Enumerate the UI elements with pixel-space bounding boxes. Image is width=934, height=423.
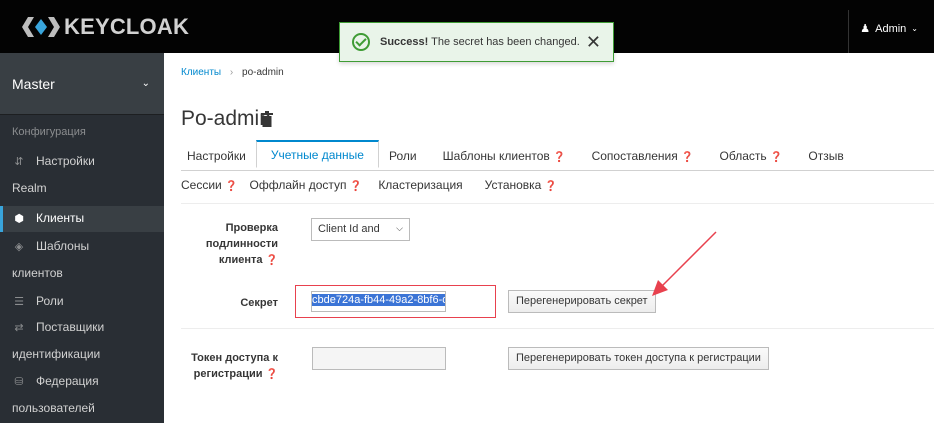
tabs-row-primary: Настройки Учетные данные Роли Шаблоны кл… xyxy=(181,140,854,170)
sidebar-item-label: Роли xyxy=(36,294,64,308)
tab-roles[interactable]: Роли xyxy=(379,144,427,170)
tab-scope[interactable]: Область ❓ xyxy=(704,144,793,170)
tab-sessions[interactable]: Сессии ❓ xyxy=(181,178,248,192)
sidebar-item-label: идентификации xyxy=(12,347,101,361)
toast-message: The secret has been changed. xyxy=(431,36,580,48)
list-icon: ☰ xyxy=(14,296,24,308)
exchange-icon: ⇄ xyxy=(14,322,24,334)
tab-credentials[interactable]: Учетные данные xyxy=(255,140,379,168)
label-line: подлинности xyxy=(205,238,278,250)
breadcrumb-clients-link[interactable]: Клиенты xyxy=(181,67,221,78)
sidebar-item-realm-settings[interactable]: ⇵ Настройки Realm xyxy=(0,151,164,198)
sidebar-item-label: Realm xyxy=(12,181,47,195)
page-title: Po-admin xyxy=(181,107,271,130)
help-icon[interactable]: ❓ xyxy=(225,181,237,192)
sidebar-item-label: Настройки xyxy=(36,154,95,168)
tab-label: Сессии xyxy=(181,178,222,192)
cubes-icon: ◈ xyxy=(14,241,24,253)
registration-token-field[interactable] xyxy=(312,347,446,370)
sidebar-item-roles[interactable]: ☰ Роли xyxy=(0,291,164,312)
label-line: клиента xyxy=(218,254,263,266)
help-icon[interactable]: ❓ xyxy=(545,181,557,192)
tab-offline-access[interactable]: Оффлайн доступ ❓ xyxy=(248,178,373,192)
client-authenticator-select[interactable]: Client Id and ⌵ xyxy=(311,218,410,241)
success-toast: Success! The secret has been changed. ✕ xyxy=(339,22,614,62)
help-icon[interactable]: ❓ xyxy=(770,152,782,163)
secret-value: cbde724a-fb44-49a2-8bf6-dba xyxy=(312,294,445,306)
registration-token-label: Токен доступа к регистрации ❓ xyxy=(185,350,278,383)
tab-label: Сопоставления xyxy=(591,149,678,163)
breadcrumb-current: po-admin xyxy=(242,67,284,78)
toast-text: Success! The secret has been changed. xyxy=(380,36,580,48)
tab-client-templates[interactable]: Шаблоны клиентов ❓ xyxy=(427,144,576,170)
label-line: регистрации xyxy=(193,368,263,380)
sidebar-item-user-federation[interactable]: ⛁ Федерация пользователей xyxy=(0,371,164,418)
tab-label: Кластеризация xyxy=(378,178,463,192)
sidebar-item-label: клиентов xyxy=(12,266,63,280)
secret-field[interactable]: cbde724a-fb44-49a2-8bf6-dba xyxy=(311,291,446,312)
help-icon[interactable]: ❓ xyxy=(266,369,278,380)
tab-label: Шаблоны клиентов xyxy=(442,149,550,163)
annotation-arrow-icon xyxy=(652,231,717,296)
tab-label: Отзыв xyxy=(808,149,844,163)
help-icon[interactable]: ❓ xyxy=(266,255,278,266)
regenerate-secret-button[interactable]: Перегенерировать секрет xyxy=(508,290,656,313)
tab-label: Роли xyxy=(388,149,417,163)
realm-selector[interactable]: Master ⌄ xyxy=(0,53,164,115)
divider xyxy=(181,328,934,329)
divider xyxy=(181,203,934,204)
realm-name: Master xyxy=(12,75,55,92)
tab-label: Область xyxy=(719,149,767,163)
select-value: Client Id and xyxy=(318,223,380,235)
database-icon: ⛁ xyxy=(14,376,24,388)
chevron-down-icon: ⌵ xyxy=(396,223,403,233)
sidebar-item-label: Поставщики xyxy=(36,320,105,334)
close-icon[interactable]: ✕ xyxy=(586,32,601,53)
chevron-down-icon: ⌄ xyxy=(141,78,150,89)
sidebar-item-clients[interactable]: ⬢ Клиенты xyxy=(0,206,164,232)
tabs-border xyxy=(181,170,934,171)
tab-label: Настройки xyxy=(187,149,246,163)
sidebar-item-label: Клиенты xyxy=(36,211,85,225)
tab-installation[interactable]: Установка ❓ xyxy=(473,178,568,192)
tabs-row-secondary: Сессии ❓ Оффлайн доступ ❓ Кластеризация … xyxy=(181,178,567,192)
user-menu[interactable]: ♟ Admin ⌄ xyxy=(860,22,918,36)
regenerate-registration-token-button[interactable]: Перегенерировать токен доступа к регистр… xyxy=(508,347,769,370)
logo-text: KEYCLOAK xyxy=(64,14,190,39)
chevron-down-icon: ⌄ xyxy=(911,24,918,33)
check-circle-icon xyxy=(352,33,370,51)
tab-settings[interactable]: Настройки xyxy=(181,144,256,170)
tab-mappers[interactable]: Сопоставления ❓ xyxy=(576,144,704,170)
trash-icon[interactable] xyxy=(261,111,273,127)
user-icon: ♟ xyxy=(860,23,871,35)
sidebar-item-label: Федерация xyxy=(36,374,99,388)
sidebar-item-label: Шаблоны xyxy=(36,239,90,253)
tab-label: Оффлайн доступ xyxy=(249,178,347,192)
tab-label: Установка xyxy=(484,178,542,192)
cube-icon: ⬢ xyxy=(14,213,24,225)
help-icon[interactable]: ❓ xyxy=(681,152,693,163)
sidebar-section-label: Конфигурация xyxy=(12,126,86,138)
help-icon[interactable]: ❓ xyxy=(553,152,565,163)
keycloak-logo-icon xyxy=(22,16,60,38)
sidebar-item-label: пользователей xyxy=(12,401,95,415)
label-line: Проверка xyxy=(225,222,278,234)
toast-title: Success! xyxy=(380,36,429,48)
breadcrumb: Клиенты › po-admin xyxy=(181,67,284,78)
tab-label: Учетные данные xyxy=(270,148,364,162)
tab-clustering[interactable]: Кластеризация xyxy=(372,178,472,192)
user-name: Admin xyxy=(875,22,907,35)
keycloak-logo[interactable]: KEYCLOAK xyxy=(22,14,189,40)
secret-label: Секрет xyxy=(240,297,278,309)
sidebar-item-identity-providers[interactable]: ⇄ Поставщики идентификации xyxy=(0,317,164,364)
sidebar: Master ⌄ Конфигурация ⇵ Настройки Realm ⬢… xyxy=(0,53,164,423)
tab-revocation[interactable]: Отзыв xyxy=(792,144,853,170)
help-icon[interactable]: ❓ xyxy=(350,181,362,192)
sliders-icon: ⇵ xyxy=(14,156,24,168)
client-authenticator-label: Проверка подлинности клиента ❓ xyxy=(190,220,278,269)
navbar-divider xyxy=(848,10,849,53)
label-line: Токен доступа к xyxy=(191,352,278,364)
breadcrumb-separator: › xyxy=(229,67,234,78)
sidebar-item-client-templates[interactable]: ◈ Шаблоны клиентов xyxy=(0,236,164,283)
